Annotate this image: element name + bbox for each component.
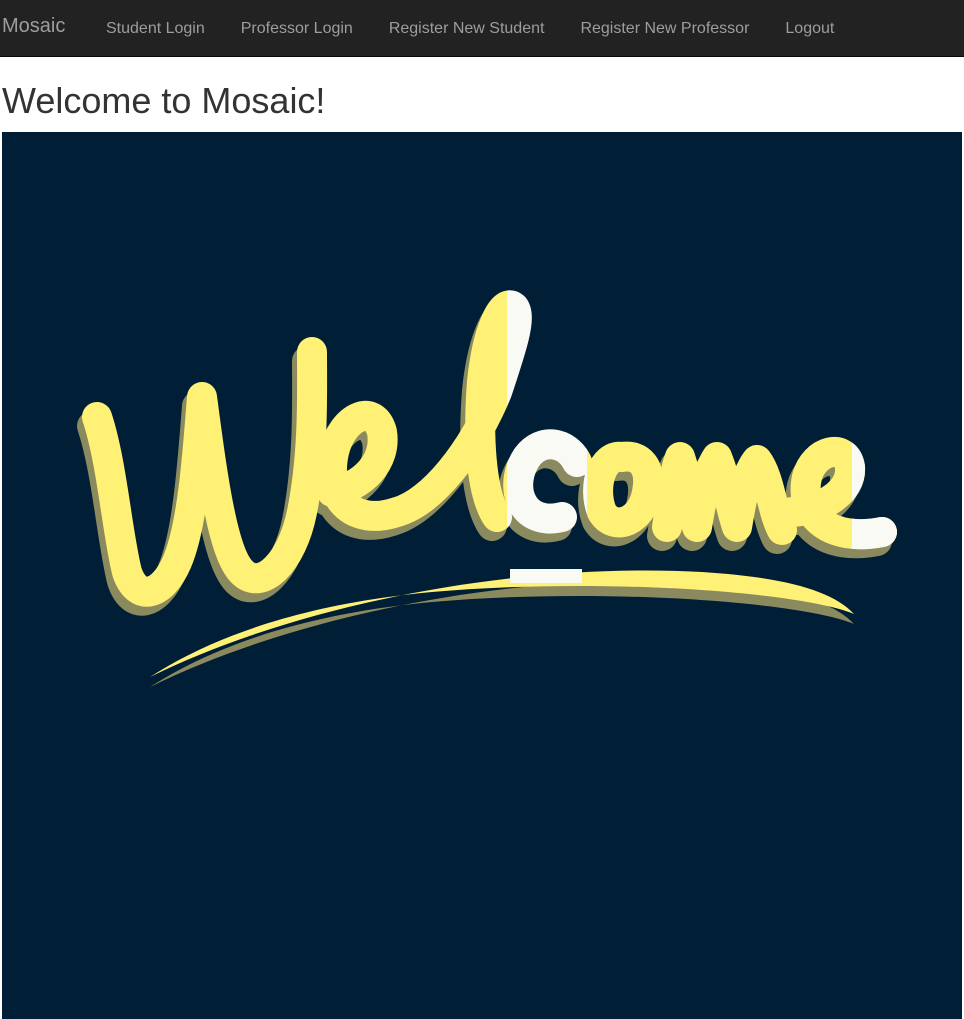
page-title: Welcome to Mosaic! xyxy=(2,80,326,121)
nav-student-login[interactable]: Student Login xyxy=(88,19,223,39)
brand-logo-link[interactable]: Mosaic xyxy=(2,14,65,38)
nav-links: Student Login Professor Login Register N… xyxy=(88,0,852,57)
letter-stroke-5 xyxy=(652,442,797,545)
welcome-lettering-graphic xyxy=(77,290,897,687)
welcome-banner-image xyxy=(2,132,962,1019)
nav-professor-login[interactable]: Professor Login xyxy=(223,19,371,39)
letter-stroke-4 xyxy=(587,441,664,538)
swash-highlight xyxy=(510,569,582,583)
top-navbar: Mosaic Student Login Professor Login Reg… xyxy=(0,0,964,57)
nav-register-professor[interactable]: Register New Professor xyxy=(562,19,767,39)
letter-stroke-0 xyxy=(82,337,328,607)
nav-logout[interactable]: Logout xyxy=(767,19,852,39)
nav-register-student[interactable]: Register New Student xyxy=(371,19,563,39)
letter-stroke-2 xyxy=(382,290,507,532)
